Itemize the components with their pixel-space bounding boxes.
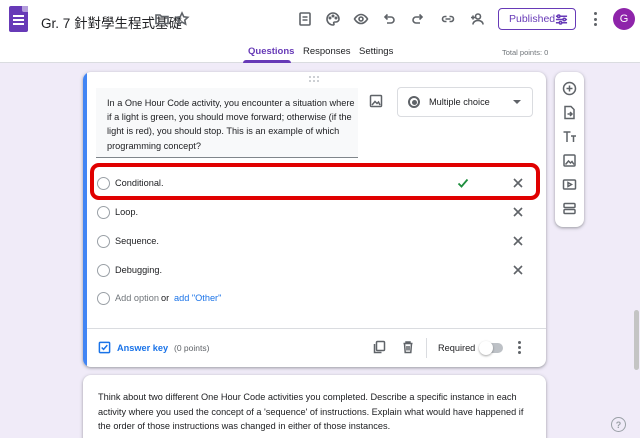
question-text-field[interactable]: In a One Hour Code activity, you encount…	[96, 88, 358, 158]
answer-key-label: Answer key	[117, 342, 169, 353]
or-label: or	[161, 293, 170, 303]
tab-questions[interactable]: Questions	[248, 46, 294, 57]
required-toggle[interactable]	[479, 341, 503, 355]
add-collaborator-icon[interactable]	[468, 10, 486, 28]
question-2-text[interactable]: Think about two different One Hour Code …	[98, 390, 530, 434]
customize-icon[interactable]	[296, 10, 314, 28]
option-label[interactable]: Conditional.	[115, 178, 164, 188]
option-label[interactable]: Loop.	[115, 207, 138, 217]
folder-icon[interactable]	[153, 10, 171, 28]
remove-option-icon[interactable]	[511, 205, 525, 219]
answer-key-check-icon	[98, 341, 111, 354]
add-option-row: Add option or add "Other"	[97, 287, 532, 311]
option-radio	[97, 177, 110, 190]
published-label: Published	[509, 13, 556, 25]
radio-button-icon	[408, 96, 420, 108]
add-title-icon[interactable]	[562, 129, 577, 144]
add-section-icon[interactable]	[562, 201, 577, 216]
add-other-link[interactable]: add "Other"	[174, 293, 221, 303]
remove-option-icon[interactable]	[511, 234, 525, 248]
question-card-2[interactable]: Think about two different One Hour Code …	[83, 375, 546, 438]
duplicate-icon[interactable]	[372, 340, 386, 354]
published-button[interactable]: Published	[498, 8, 576, 30]
add-video-icon[interactable]	[562, 177, 577, 192]
help-icon[interactable]: ?	[611, 417, 626, 432]
forms-logo-icon[interactable]	[9, 6, 28, 32]
remove-option-icon[interactable]	[511, 176, 525, 190]
palette-icon[interactable]	[324, 10, 342, 28]
more-options-icon[interactable]	[516, 339, 522, 355]
avatar[interactable]: G	[613, 8, 635, 30]
settings-sliders-icon	[555, 14, 568, 25]
delete-icon[interactable]	[401, 340, 415, 354]
question-card[interactable]: In a One Hour Code activity, you encount…	[83, 72, 546, 367]
page-scrollbar[interactable]	[634, 310, 639, 370]
undo-icon[interactable]	[380, 10, 398, 28]
option-label[interactable]: Sequence.	[115, 236, 159, 246]
focus-bar	[83, 72, 87, 367]
footer-divider	[426, 338, 427, 358]
remove-option-icon[interactable]	[511, 263, 525, 277]
option-label[interactable]: Debugging.	[115, 265, 162, 275]
add-image-icon[interactable]	[562, 153, 577, 168]
dropdown-arrow-icon	[513, 100, 521, 104]
redo-icon[interactable]	[409, 10, 427, 28]
floating-toolbar	[555, 72, 584, 227]
option-radio	[97, 206, 110, 219]
add-question-icon[interactable]	[562, 81, 577, 96]
preview-icon[interactable]	[352, 10, 370, 28]
question-footer: Answer key (0 points) Required	[87, 328, 546, 367]
option-radio	[97, 292, 110, 305]
total-points: Total points: 0	[502, 48, 549, 57]
points-label: (0 points)	[174, 343, 210, 353]
question-type-label: Multiple choice	[429, 97, 490, 107]
tab-bar: Questions Responses Settings Total point…	[0, 44, 640, 63]
option-row[interactable]: Conditional.	[97, 172, 532, 196]
option-row[interactable]: Debugging.	[97, 259, 532, 283]
star-icon[interactable]	[173, 10, 191, 28]
import-questions-icon[interactable]	[562, 105, 577, 120]
tab-responses[interactable]: Responses	[303, 46, 351, 57]
drag-handle-icon[interactable]	[309, 76, 319, 82]
option-row[interactable]: Sequence.	[97, 230, 532, 254]
option-radio	[97, 235, 110, 248]
option-radio	[97, 264, 110, 277]
required-label: Required	[438, 343, 476, 353]
add-option-link[interactable]: Add option	[115, 293, 159, 303]
link-icon[interactable]	[439, 10, 457, 28]
question-type-dropdown[interactable]: Multiple choice	[397, 87, 533, 117]
more-vert-icon[interactable]	[590, 10, 600, 28]
option-row[interactable]: Loop.	[97, 201, 532, 225]
correct-answer-check-icon	[456, 176, 470, 190]
tab-settings[interactable]: Settings	[359, 46, 393, 57]
app-header: Gr. 7 針對學生程式基礎 Published G Questions Res…	[0, 0, 640, 63]
active-tab-indicator	[243, 60, 291, 63]
answer-key-button[interactable]: Answer key	[98, 341, 168, 354]
add-image-icon[interactable]	[369, 94, 383, 108]
